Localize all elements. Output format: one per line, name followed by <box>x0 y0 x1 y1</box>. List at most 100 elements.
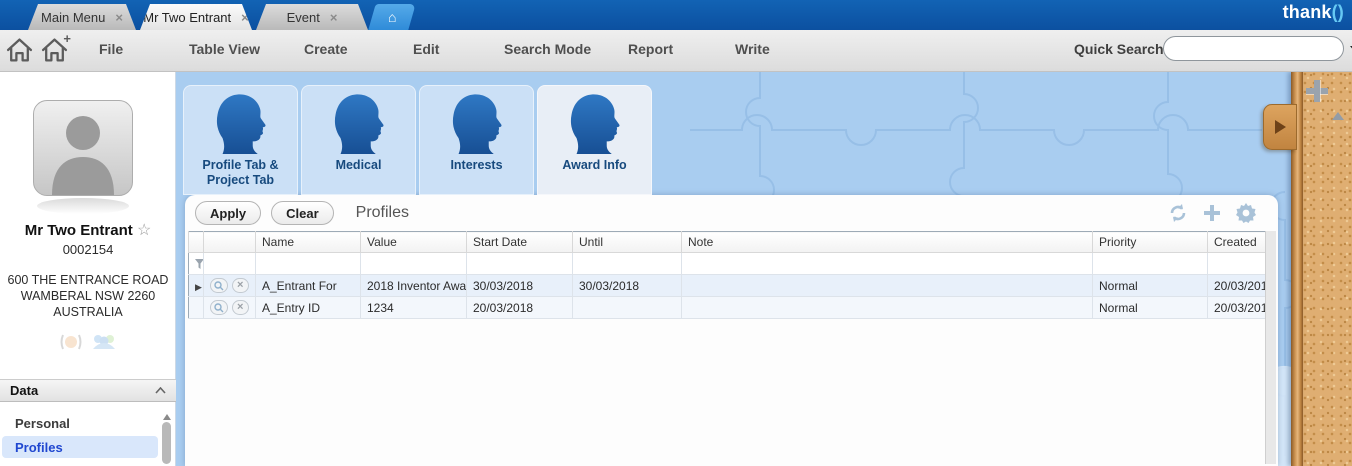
cell-created[interactable]: 20/03/201 <box>1208 297 1267 319</box>
star-icon[interactable]: ☆ <box>137 222 151 239</box>
col-until[interactable]: Until <box>573 232 682 253</box>
close-icon[interactable]: × <box>115 10 123 25</box>
lookup-button[interactable] <box>210 278 228 293</box>
x-icon: × <box>237 280 243 291</box>
sidebar-item-profiles[interactable]: Profiles <box>2 436 158 458</box>
cell-note[interactable] <box>682 297 1093 319</box>
tab-medical[interactable]: Medical <box>301 85 416 195</box>
apply-button[interactable]: Apply <box>195 201 261 225</box>
menu-create[interactable]: Create <box>304 41 348 57</box>
title-bar: Main Menu × Mr Two Entrant × Event × ⌂ t… <box>0 0 1352 30</box>
arrow-right-icon <box>1275 120 1286 134</box>
col-value[interactable]: Value <box>361 232 467 253</box>
home-icon[interactable] <box>6 37 33 63</box>
profile-tabs: Profile Tab & Project Tab Medical Intere… <box>183 85 652 195</box>
tab-event[interactable]: Event × <box>256 4 368 30</box>
table-header-row: Name Value Start Date Until Note Priorit… <box>189 232 1267 253</box>
quick-search-box: GO <box>1163 36 1344 61</box>
contact-id: 0002154 <box>0 242 176 257</box>
home-plus-icon[interactable]: + <box>41 37 68 63</box>
sidebar-nav: Personal Profiles <box>0 410 162 460</box>
cell-until[interactable]: 30/03/2018 <box>573 275 682 297</box>
col-priority[interactable]: Priority <box>1093 232 1208 253</box>
cell-note[interactable] <box>682 275 1093 297</box>
group-icon <box>92 334 116 350</box>
quick-search-label: Quick Search <box>1074 41 1164 57</box>
x-icon: × <box>237 302 243 313</box>
clear-button[interactable]: Clear <box>271 201 334 225</box>
avatar[interactable] <box>33 100 133 196</box>
cell-priority[interactable]: Normal <box>1093 275 1208 297</box>
sidebar-item-personal[interactable]: Personal <box>2 412 158 434</box>
triangle-up-icon[interactable] <box>1332 112 1344 120</box>
table-row[interactable]: ▶ × A_Entrant For 2018 Inventor Award 30… <box>189 275 1267 297</box>
col-note[interactable]: Note <box>682 232 1093 253</box>
cell-until[interactable] <box>573 297 682 319</box>
table-row[interactable]: × A_Entry ID 1234 20/03/2018 Normal 20/0… <box>189 297 1267 319</box>
cell-start-date[interactable]: 30/03/2018 <box>467 275 573 297</box>
delete-button[interactable]: × <box>232 300 250 315</box>
person-icon <box>60 334 82 350</box>
profiles-panel: Apply Clear Profiles <box>185 195 1278 466</box>
gear-icon[interactable] <box>1236 203 1256 223</box>
tab-mr-two-entrant[interactable]: Mr Two Entrant × <box>140 4 252 30</box>
tab-event-label: Event <box>287 10 320 25</box>
plus-icon[interactable] <box>1306 80 1328 102</box>
cell-value[interactable]: 1234 <box>361 297 467 319</box>
home-tab[interactable]: ⌂ <box>368 4 415 30</box>
delete-button[interactable]: × <box>232 278 250 293</box>
quick-search-input[interactable] <box>1174 38 1350 59</box>
col-buttons <box>204 232 256 253</box>
menu-edit[interactable]: Edit <box>413 41 439 57</box>
contact-sidebar: Mr Two Entrant ☆ 0002154 600 THE ENTRANC… <box>0 72 176 466</box>
cell-created[interactable]: 20/03/201 <box>1208 275 1267 297</box>
col-start-date[interactable]: Start Date <box>467 232 573 253</box>
col-created[interactable]: Created <box>1208 232 1267 253</box>
magnifier-icon <box>214 303 224 313</box>
tab-main-menu-label: Main Menu <box>41 10 105 25</box>
current-row-icon: ▶ <box>195 282 202 292</box>
contact-address: 600 THE ENTRANCE ROAD WAMBERAL NSW 2260 … <box>0 272 176 320</box>
menu-report[interactable]: Report <box>628 41 673 57</box>
cell-name[interactable]: A_Entrant For <box>256 275 361 297</box>
tab-mr-two-entrant-label: Mr Two Entrant <box>143 10 231 25</box>
scrollbar-thumb[interactable] <box>162 422 171 464</box>
sidebar-scrollbar[interactable] <box>161 413 172 466</box>
cell-priority[interactable]: Normal <box>1093 297 1208 319</box>
menu-file[interactable]: File <box>99 41 123 57</box>
menu-table-view[interactable]: Table View <box>189 41 260 57</box>
close-icon[interactable]: × <box>241 10 249 25</box>
tab-award-info[interactable]: Award Info <box>537 85 652 195</box>
table-scrollbar[interactable] <box>1265 231 1276 464</box>
workspace: Mr Two Entrant ☆ 0002154 600 THE ENTRANC… <box>0 72 1352 466</box>
sidebar-section-data[interactable]: Data <box>0 379 176 402</box>
tab-interests[interactable]: Interests <box>419 85 534 195</box>
cell-name[interactable]: A_Entry ID <box>256 297 361 319</box>
magnifier-icon <box>214 281 224 291</box>
avatar-reflection <box>37 198 129 214</box>
panel-toolbar: Apply Clear Profiles <box>185 195 1278 231</box>
contact-type-icons <box>0 334 176 350</box>
cell-value[interactable]: 2018 Inventor Award <box>361 275 467 297</box>
cell-start-date[interactable]: 20/03/2018 <box>467 297 573 319</box>
close-icon[interactable]: × <box>330 10 338 25</box>
profiles-table: Name Value Start Date Until Note Priorit… <box>188 231 1267 319</box>
filter-icon-cell <box>189 253 204 275</box>
lookup-button[interactable] <box>210 300 228 315</box>
menu-bar: + File Table View Create Edit Search Mod… <box>0 30 1352 72</box>
scroll-up-icon[interactable] <box>163 414 171 420</box>
thankq-logo: thank() <box>1283 2 1344 23</box>
refresh-icon[interactable] <box>1168 203 1188 223</box>
home-icon: ⌂ <box>388 10 396 24</box>
contact-name: Mr Two Entrant ☆ <box>0 220 176 240</box>
menu-search-mode[interactable]: Search Mode <box>504 41 591 57</box>
menu-write[interactable]: Write <box>735 41 770 57</box>
tab-main-menu[interactable]: Main Menu × <box>28 4 136 30</box>
tab-profile-project[interactable]: Profile Tab & Project Tab <box>183 85 298 195</box>
col-name[interactable]: Name <box>256 232 361 253</box>
col-marker <box>189 232 204 253</box>
bookmark-tab[interactable] <box>1263 104 1297 150</box>
add-icon[interactable] <box>1203 204 1221 222</box>
cork-strip <box>1303 72 1352 466</box>
panel-title: Profiles <box>356 204 409 222</box>
